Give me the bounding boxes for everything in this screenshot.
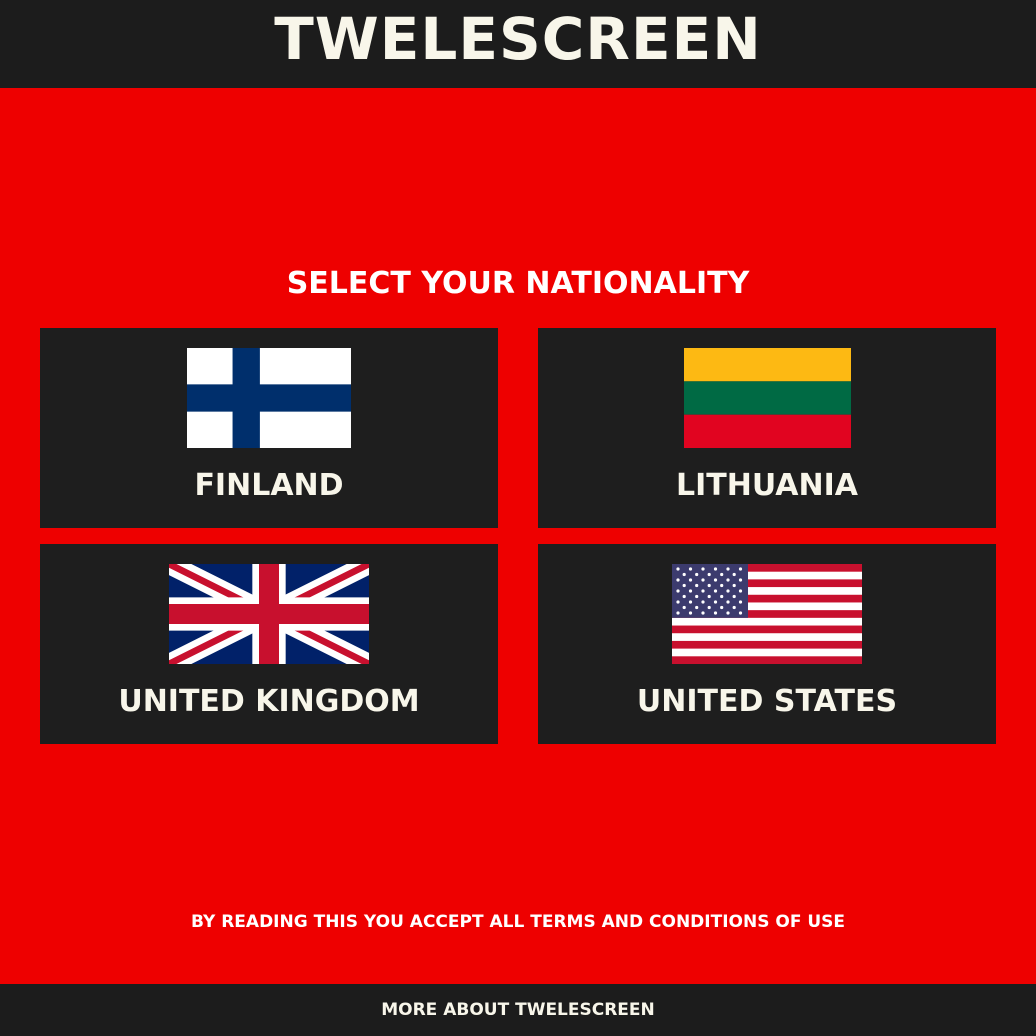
united-states-flag-icon [672,564,862,664]
terms-notice: BY READING THIS YOU ACCEPT ALL TERMS AND… [190,912,846,932]
nationality-option-lithuania[interactable]: LITHUANIA [538,328,996,528]
brand-title: TWELESCREEN [274,5,762,73]
finland-flag-icon [187,348,351,448]
nationality-option-finland[interactable]: FINLAND [40,328,498,528]
page-heading: SELECT YOUR NATIONALITY [286,266,750,301]
nationality-label: LITHUANIA [676,468,858,503]
united-kingdom-flag-icon [169,564,369,664]
lithuania-flag-icon [684,348,851,448]
more-about-link[interactable]: MORE ABOUT TWELESCREEN [381,1000,655,1020]
nationality-option-united-states[interactable]: UNITED STATES [538,544,996,744]
footer-bar: MORE ABOUT TWELESCREEN [0,984,1036,1036]
nationality-label: UNITED STATES [636,684,898,719]
nationality-label: UNITED KINGDOM [118,684,420,719]
nationality-label: FINLAND [194,468,344,503]
header-bar: TWELESCREEN [0,0,1036,88]
nationality-option-united-kingdom[interactable]: UNITED KINGDOM [40,544,498,744]
